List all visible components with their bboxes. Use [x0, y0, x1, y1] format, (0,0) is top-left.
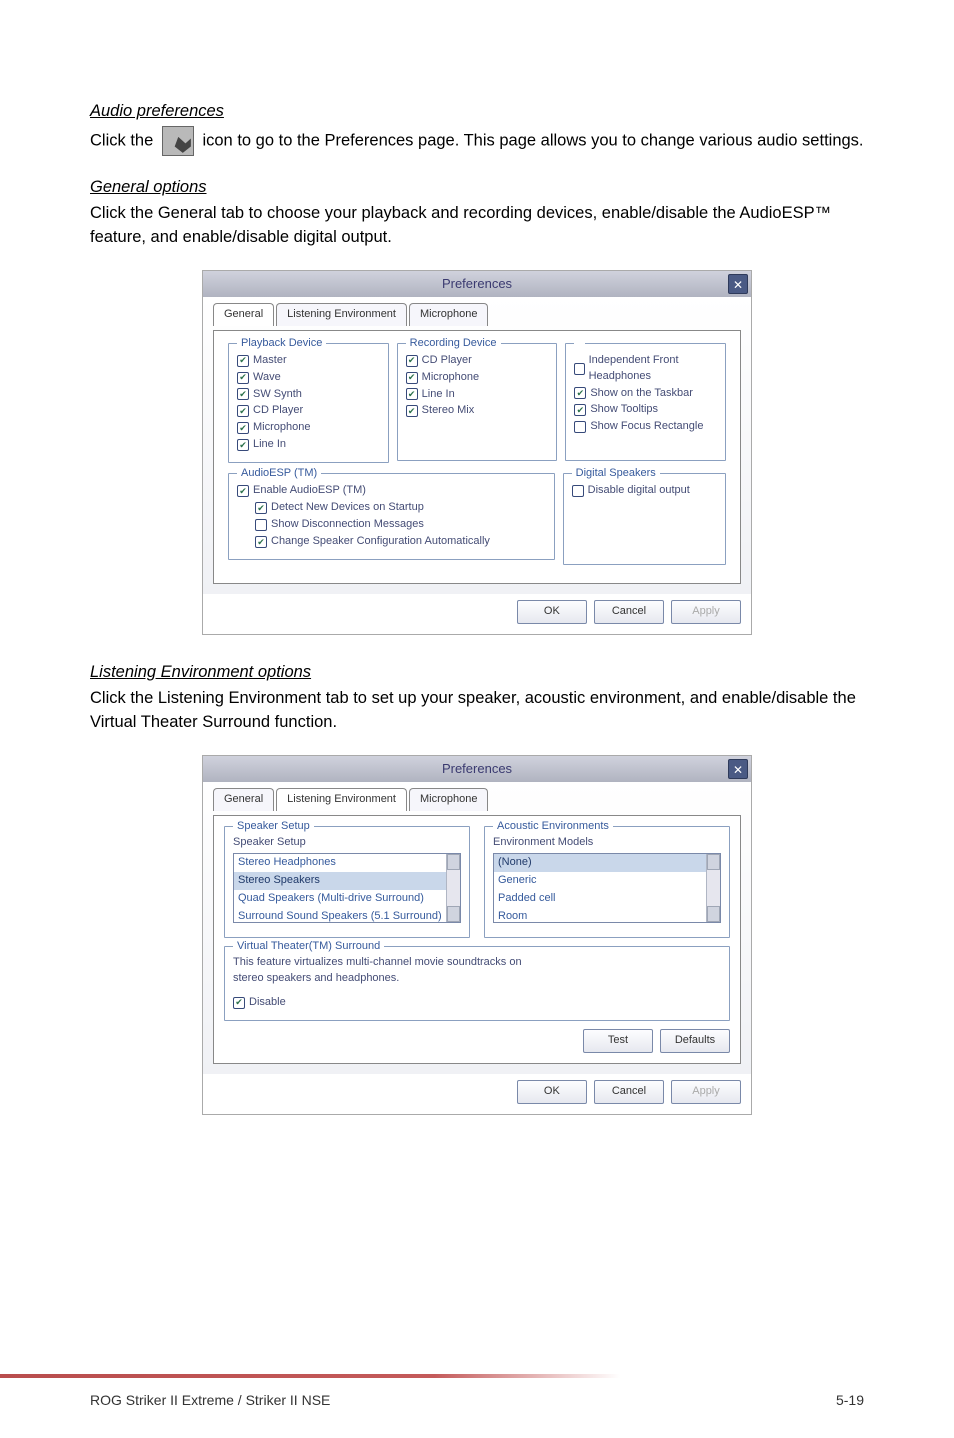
- tab-general[interactable]: General: [213, 788, 274, 811]
- chk-master[interactable]: [237, 355, 249, 367]
- group-digital-speakers: Digital Speakers: [572, 466, 660, 482]
- label-linein: Line In: [253, 437, 286, 453]
- heading-listening-env: Listening Environment options: [90, 661, 864, 685]
- list-item[interactable]: Surround Sound Speakers (5.1 Surround): [234, 908, 460, 923]
- chk-detect-startup[interactable]: [255, 502, 267, 514]
- hammer-icon: [162, 126, 194, 156]
- chk-discon-messages[interactable]: [255, 519, 267, 531]
- close-button[interactable]: ✕: [728, 274, 748, 294]
- chk-linein[interactable]: [237, 439, 249, 451]
- dialog-titlebar: Preferences ✕: [203, 756, 751, 782]
- tab-microphone[interactable]: Microphone: [409, 303, 488, 326]
- list-item[interactable]: Room: [494, 908, 720, 923]
- chk-focus-rect[interactable]: [574, 421, 586, 433]
- tab-listening-environment[interactable]: Listening Environment: [276, 788, 407, 811]
- chk-tooltips[interactable]: [574, 404, 586, 416]
- tab-listening-environment[interactable]: Listening Environment: [276, 303, 407, 326]
- group-recording-device: Recording Device: [406, 336, 501, 352]
- label-swsynth: SW Synth: [253, 387, 302, 403]
- ok-button[interactable]: OK: [517, 1080, 587, 1104]
- tab-general[interactable]: General: [213, 303, 274, 326]
- cancel-button[interactable]: Cancel: [594, 600, 664, 624]
- list-acoustic-env[interactable]: (None) Generic Padded cell Room Bathroom: [493, 853, 721, 923]
- scrollbar[interactable]: [446, 854, 460, 922]
- list-item[interactable]: Quad Speakers (Multi-drive Surround): [234, 890, 460, 908]
- list-item[interactable]: (None): [494, 854, 720, 872]
- footer-product-name: ROG Striker II Extreme / Striker II NSE: [90, 1390, 330, 1410]
- label-speaker-setup: Speaker Setup: [233, 835, 461, 851]
- heading-general-options: General options: [90, 176, 864, 200]
- label-ind-headphones: Independent Front Headphones: [589, 353, 717, 385]
- label-mic: Microphone: [253, 420, 310, 436]
- cancel-button[interactable]: Cancel: [594, 1080, 664, 1104]
- chk-cdplayer[interactable]: [237, 405, 249, 417]
- chk-rec-stereomix[interactable]: [406, 405, 418, 417]
- tab-microphone[interactable]: Microphone: [409, 788, 488, 811]
- chk-ind-headphones[interactable]: [574, 363, 584, 375]
- paragraph-listening-env: Click the Listening Environment tab to s…: [90, 687, 864, 735]
- label-rec-cd: CD Player: [422, 353, 472, 369]
- text-icon-desc: icon to go to the Preferences page. This…: [202, 131, 863, 149]
- divider-bar: [0, 1374, 620, 1378]
- group-acoustic-env: Acoustic Environments: [493, 819, 613, 835]
- chk-disable-digital-out[interactable]: [572, 485, 584, 497]
- text-click-the: Click the: [90, 131, 153, 149]
- heading-audio-preferences: Audio preferences: [90, 100, 864, 124]
- list-item[interactable]: Stereo Headphones: [234, 854, 460, 872]
- group-options-blank: [574, 336, 585, 352]
- chk-taskbar[interactable]: [574, 387, 586, 399]
- label-rec-stereomix: Stereo Mix: [422, 403, 475, 419]
- scrollbar[interactable]: [706, 854, 720, 922]
- group-virtual-theater: Virtual Theater(TM) Surround: [233, 939, 384, 955]
- label-cd: CD Player: [253, 403, 303, 419]
- list-item[interactable]: Stereo Speakers: [234, 872, 460, 890]
- label-discon-messages: Show Disconnection Messages: [271, 517, 424, 533]
- dialog-title: Preferences: [442, 761, 512, 776]
- label-focus-rect: Show Focus Rectangle: [590, 419, 703, 435]
- dialog-titlebar: Preferences ✕: [203, 271, 751, 297]
- label-disable-digital-out: Disable digital output: [588, 483, 690, 499]
- dialog-title: Preferences: [442, 276, 512, 291]
- label-rec-mic: Microphone: [422, 370, 479, 386]
- apply-button[interactable]: Apply: [671, 600, 741, 624]
- list-speaker-setup[interactable]: Stereo Headphones Stereo Speakers Quad S…: [233, 853, 461, 923]
- chk-rec-linein[interactable]: [406, 388, 418, 400]
- chk-rec-mic[interactable]: [406, 372, 418, 384]
- screenshot-preferences-listening: Preferences ✕ General Listening Environm…: [202, 755, 752, 1115]
- label-rec-linein: Line In: [422, 387, 455, 403]
- label-detect-startup: Detect New Devices on Startup: [271, 500, 424, 516]
- label-auto-speaker-conf: Change Speaker Configuration Automatical…: [271, 534, 490, 550]
- chk-rec-cd[interactable]: [406, 355, 418, 367]
- label-wave: Wave: [253, 370, 281, 386]
- close-button[interactable]: ✕: [728, 759, 748, 779]
- footer-page-number: 5-19: [836, 1390, 864, 1410]
- chk-wave[interactable]: [237, 372, 249, 384]
- screenshot-preferences-general: Preferences ✕ General Listening Environm…: [202, 270, 752, 636]
- test-button[interactable]: Test: [583, 1029, 653, 1053]
- label-taskbar: Show on the Taskbar: [590, 386, 693, 402]
- ok-button[interactable]: OK: [517, 600, 587, 624]
- chk-mic[interactable]: [237, 422, 249, 434]
- text-virtual-theater-desc: This feature virtualizes multi-channel m…: [233, 955, 533, 987]
- group-playback-device: Playback Device: [237, 336, 326, 352]
- chk-virtual-theater-disable[interactable]: [233, 997, 245, 1009]
- chk-swsynth[interactable]: [237, 388, 249, 400]
- chk-enable-audioesp[interactable]: [237, 485, 249, 497]
- paragraph-general-options: Click the General tab to choose your pla…: [90, 202, 864, 250]
- group-audioesp: AudioESP (TM): [237, 466, 321, 482]
- label-tooltips: Show Tooltips: [590, 402, 658, 418]
- label-virtual-disable: Disable: [249, 995, 286, 1011]
- chk-auto-speaker-conf[interactable]: [255, 536, 267, 548]
- list-item[interactable]: Padded cell: [494, 890, 720, 908]
- apply-button[interactable]: Apply: [671, 1080, 741, 1104]
- group-speaker-setup: Speaker Setup: [233, 819, 314, 835]
- label-env-models: Environment Models: [493, 835, 721, 851]
- paragraph-audio-prefs: Click the icon to go to the Preferences …: [90, 126, 864, 156]
- list-item[interactable]: Generic: [494, 872, 720, 890]
- defaults-button[interactable]: Defaults: [660, 1029, 730, 1053]
- label-enable-audioesp: Enable AudioESP (TM): [253, 483, 366, 499]
- label-master: Master: [253, 353, 287, 369]
